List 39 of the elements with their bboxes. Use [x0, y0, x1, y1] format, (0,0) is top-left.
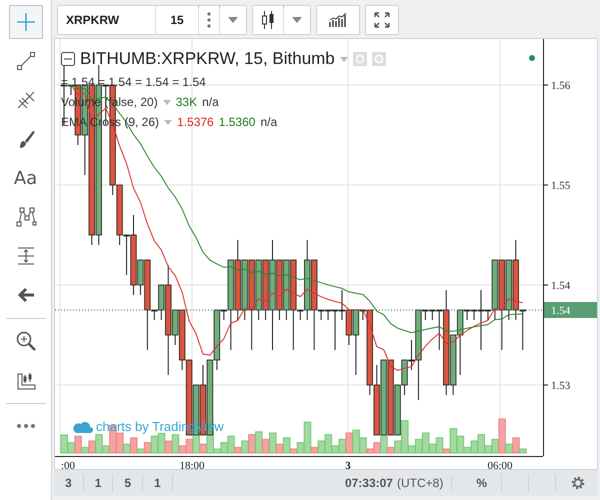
- range-button[interactable]: 1: [84, 474, 114, 492]
- indicator-value: 1.5360: [218, 115, 256, 129]
- price-label: 1.53: [551, 380, 570, 392]
- percent-button[interactable]: %: [462, 474, 502, 492]
- caret-icon: [228, 17, 238, 23]
- tool-button[interactable]: Aa: [8, 161, 42, 195]
- indicator-value: 1.5376: [177, 115, 214, 129]
- time-label: 06:00: [487, 460, 513, 469]
- time-label: :00: [61, 460, 76, 469]
- price-label: 1.56: [551, 80, 570, 92]
- pattern-icon: [14, 206, 36, 228]
- indicator-value: 33K: [176, 95, 198, 109]
- symbol-title: BITHUMB:XRPKRW, 15, Bithumb: [80, 49, 335, 69]
- range-button[interactable]: 5: [113, 474, 144, 492]
- status-dot-icon: [529, 55, 535, 61]
- candlestick-icon: [261, 11, 275, 29]
- current-price-label: 1.54: [551, 305, 570, 317]
- cloud-logo-icon: [73, 420, 93, 434]
- price-label: 1.55: [551, 180, 570, 192]
- current-price-tag: [544, 302, 597, 318]
- fullscreen-icon: [374, 12, 390, 28]
- price-label: 1.54: [551, 280, 570, 292]
- indicators-icon: [329, 13, 347, 27]
- caret-icon: [292, 17, 302, 23]
- more-icon: [16, 424, 34, 428]
- range-button[interactable]: 3: [54, 474, 84, 492]
- dots-icon: [207, 11, 211, 29]
- trend-line-icon: [14, 50, 36, 72]
- clock-time: 07:33:07: [344, 476, 393, 490]
- timezone-label: (UTC+8): [396, 476, 452, 490]
- collapse-icon[interactable]: [61, 52, 75, 66]
- zoom-icon: [14, 330, 36, 352]
- range-button[interactable]: 1: [143, 474, 173, 492]
- crosshair-icon: [14, 11, 36, 33]
- indicator-value: n/a: [202, 95, 219, 109]
- time-label: 3: [345, 460, 351, 469]
- symbol-field[interactable]: XRPKRW: [57, 5, 155, 35]
- indicator-value: n/a: [260, 115, 278, 129]
- time-label: 18:00: [179, 460, 205, 469]
